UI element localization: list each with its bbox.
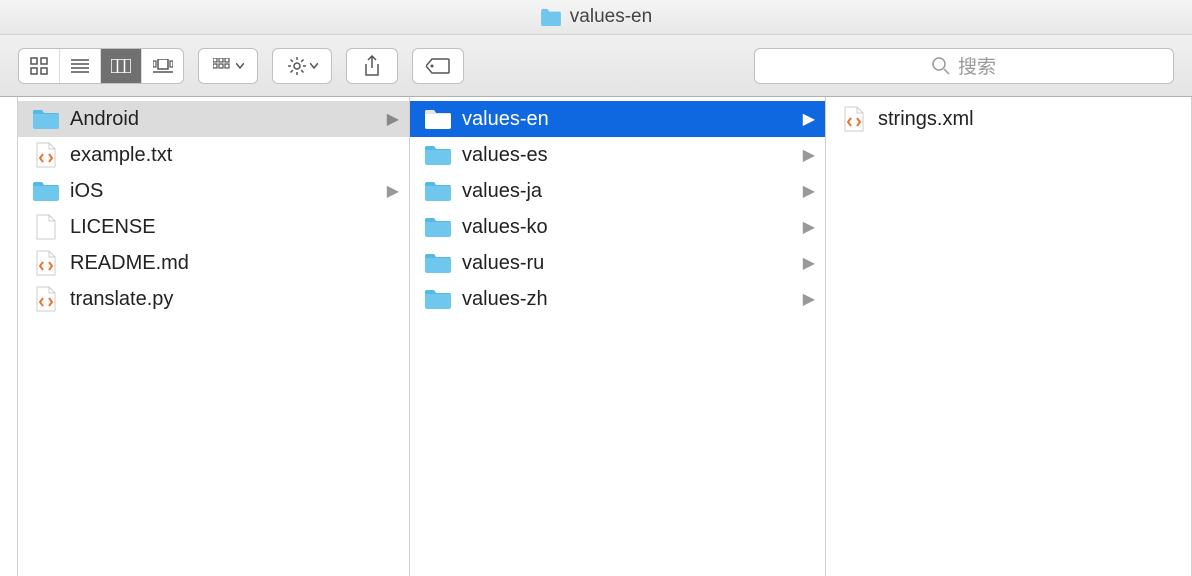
folder-icon	[424, 107, 452, 131]
item-label: values-ru	[462, 252, 793, 275]
column-3[interactable]: strings.xml	[826, 97, 1192, 576]
search-placeholder: 搜索	[958, 52, 996, 79]
share-button[interactable]	[346, 48, 398, 84]
item-label: translate.py	[70, 288, 399, 311]
code-icon	[32, 251, 60, 275]
list-item[interactable]: values-ja ▶	[410, 173, 825, 209]
chevron-right-icon: ▶	[803, 253, 815, 273]
code-icon	[32, 287, 60, 311]
toolbar: 搜索	[0, 35, 1192, 97]
window-title: values-en	[570, 6, 652, 28]
item-label: LICENSE	[70, 216, 399, 239]
item-label: values-zh	[462, 288, 793, 311]
search-icon	[932, 57, 950, 75]
view-list-button[interactable]	[60, 49, 101, 83]
view-switcher	[18, 48, 184, 84]
finder-window: values-en	[0, 0, 1192, 576]
folder-icon	[424, 143, 452, 167]
chevron-right-icon: ▶	[803, 217, 815, 237]
item-label: Android	[70, 108, 377, 131]
column-1[interactable]: Android ▶ example.txt iOS ▶ LICENSE README.md t…	[18, 97, 410, 576]
list-item[interactable]: values-es ▶	[410, 137, 825, 173]
chevron-right-icon: ▶	[803, 109, 815, 129]
item-label: values-es	[462, 144, 793, 167]
chevron-right-icon: ▶	[387, 109, 399, 129]
list-item[interactable]: README.md	[18, 245, 409, 281]
list-item[interactable]: values-en ▶	[410, 101, 825, 137]
chevron-right-icon: ▶	[803, 181, 815, 201]
folder-icon	[424, 215, 452, 239]
titlebar: values-en	[0, 0, 1192, 35]
action-button[interactable]	[272, 48, 332, 84]
item-label: strings.xml	[878, 108, 1181, 131]
list-item[interactable]: translate.py	[18, 281, 409, 317]
chevron-right-icon: ▶	[803, 145, 815, 165]
folder-icon	[424, 287, 452, 311]
chevron-right-icon: ▶	[387, 181, 399, 201]
list-item[interactable]: iOS ▶	[18, 173, 409, 209]
chevron-right-icon: ▶	[803, 289, 815, 309]
list-item[interactable]: example.txt	[18, 137, 409, 173]
folder-icon	[424, 179, 452, 203]
item-label: example.txt	[70, 144, 399, 167]
folder-icon	[540, 8, 562, 26]
view-gallery-button[interactable]	[142, 49, 183, 83]
code-icon	[32, 143, 60, 167]
list-item[interactable]: values-zh ▶	[410, 281, 825, 317]
folder-icon	[32, 107, 60, 131]
search-input[interactable]: 搜索	[754, 48, 1174, 84]
list-item[interactable]: LICENSE	[18, 209, 409, 245]
item-label: README.md	[70, 252, 399, 275]
item-label: values-ja	[462, 180, 793, 203]
list-item[interactable]: values-ru ▶	[410, 245, 825, 281]
code-icon	[840, 107, 868, 131]
column-gutter	[0, 97, 18, 576]
arrange-button[interactable]	[198, 48, 258, 84]
list-item[interactable]: strings.xml	[826, 101, 1191, 137]
item-label: values-ko	[462, 216, 793, 239]
blank-icon	[32, 215, 60, 239]
column-browser: Android ▶ example.txt iOS ▶ LICENSE README.md t…	[0, 97, 1192, 576]
view-icon-button[interactable]	[19, 49, 60, 83]
column-2[interactable]: values-en ▶ values-es ▶ values-ja ▶ values-ko ▶…	[410, 97, 826, 576]
tags-button[interactable]	[412, 48, 464, 84]
list-item[interactable]: Android ▶	[18, 101, 409, 137]
list-item[interactable]: values-ko ▶	[410, 209, 825, 245]
view-column-button[interactable]	[101, 49, 142, 83]
folder-icon	[424, 251, 452, 275]
folder-icon	[32, 179, 60, 203]
item-label: iOS	[70, 180, 377, 203]
item-label: values-en	[462, 108, 793, 131]
